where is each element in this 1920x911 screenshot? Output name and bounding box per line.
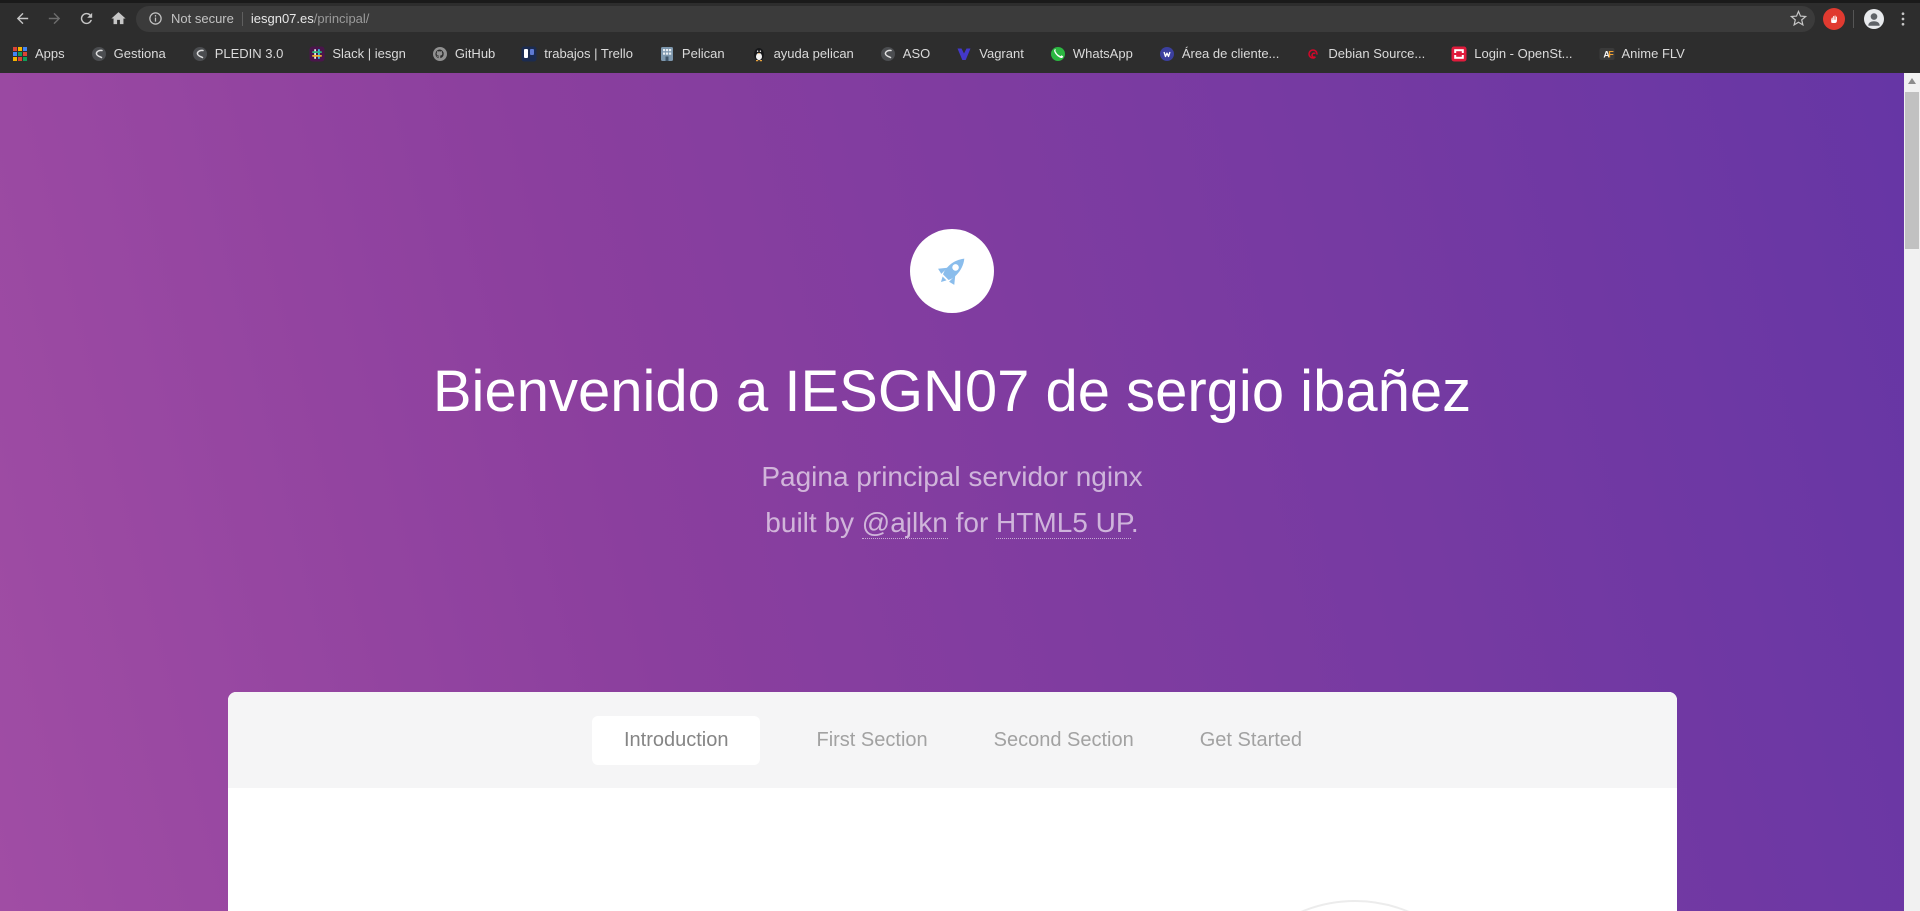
tab-first-section[interactable]: First Section (806, 716, 937, 765)
bookmark-pledin[interactable]: PLEDIN 3.0 (192, 46, 284, 62)
hero-banner: Bienvenido a IESGN07 de sergio ibañez Pa… (0, 73, 1904, 911)
bookmark-aso[interactable]: ASO (880, 46, 930, 62)
byline-prefix: built by (765, 507, 862, 538)
info-icon[interactable] (148, 11, 163, 26)
url-host: iesgn07.es (251, 11, 314, 26)
bookmark-label: Apps (35, 46, 65, 61)
menu-kebab-icon[interactable] (1894, 10, 1912, 28)
reload-button[interactable] (72, 5, 100, 33)
bookmark-label: Debian Source... (1328, 46, 1425, 61)
logo-circle (910, 229, 994, 313)
bookmark-label: trabajos | Trello (544, 46, 633, 61)
bookmarks-bar: Apps Gestiona PLEDIN 3.0 S (0, 34, 1920, 73)
tab-second-section[interactable]: Second Section (984, 716, 1144, 765)
toolbar-right-cluster (1819, 7, 1912, 31)
extension-icon[interactable] (1823, 8, 1845, 30)
bookmark-label: Área de cliente... (1182, 46, 1280, 61)
pledin-favicon (192, 46, 208, 62)
byline: built by @ajlkn for HTML5 UP. (0, 503, 1904, 543)
pelican-favicon (659, 46, 675, 62)
address-bar[interactable]: Not secure iesgn07.es/principal/ (136, 6, 1815, 32)
apps-grid-icon (12, 46, 28, 62)
byline-link-ajlkn[interactable]: @ajlkn (862, 507, 948, 539)
animeflv-favicon: A F (1599, 46, 1615, 62)
url-text[interactable]: iesgn07.es/principal/ (251, 11, 1782, 26)
whatsapp-favicon (1050, 46, 1066, 62)
bookmark-label: ASO (903, 46, 930, 61)
bookmark-label: Gestiona (114, 46, 166, 61)
home-button[interactable] (104, 5, 132, 33)
bookmark-label: ayuda pelican (774, 46, 854, 61)
rocket-icon (930, 249, 974, 293)
bookmark-whatsapp[interactable]: WhatsApp (1050, 46, 1133, 62)
penguin-favicon (751, 46, 767, 62)
bookmark-animeflv[interactable]: A F Anime FLV (1599, 46, 1685, 62)
bookmark-label: Anime FLV (1622, 46, 1685, 61)
card-body (228, 788, 1677, 911)
security-label: Not secure (171, 11, 234, 26)
home-icon (110, 10, 127, 27)
bookmark-label: WhatsApp (1073, 46, 1133, 61)
tab-get-started[interactable]: Get Started (1190, 716, 1312, 765)
bookmark-label: GitHub (455, 46, 495, 61)
bookmark-label: Slack | iesgn (332, 46, 405, 61)
bookmark-star-icon[interactable] (1790, 10, 1807, 27)
profile-avatar-icon[interactable] (1862, 7, 1886, 31)
browser-chrome: Not secure iesgn07.es/principal/ (0, 0, 1920, 73)
svg-text:F: F (1608, 49, 1614, 59)
vertical-scrollbar[interactable] (1904, 73, 1920, 911)
vagrant-favicon (956, 46, 972, 62)
page-subtitle: Pagina principal servidor nginx (0, 457, 1904, 497)
bookmark-area-cliente[interactable]: Área de cliente... (1159, 46, 1280, 62)
omnibox-divider (242, 12, 243, 26)
bookmark-vagrant[interactable]: Vagrant (956, 46, 1024, 62)
scroll-up-arrow-icon (1908, 78, 1916, 84)
page-title: Bienvenido a IESGN07 de sergio ibañez (0, 357, 1904, 427)
forward-button[interactable] (40, 5, 68, 33)
bookmark-gestiona[interactable]: Gestiona (91, 46, 166, 62)
bookmark-apps[interactable]: Apps (12, 46, 65, 62)
trello-favicon (521, 46, 537, 62)
github-favicon (432, 46, 448, 62)
scroll-up-button[interactable] (1904, 73, 1920, 89)
browser-toolbar: Not secure iesgn07.es/principal/ (0, 3, 1920, 34)
globe-favicon (880, 46, 896, 62)
page-viewport: Bienvenido a IESGN07 de sergio ibañez Pa… (0, 73, 1920, 911)
bookmark-login-openstack[interactable]: Login - OpenSt... (1451, 46, 1572, 62)
bookmark-ayuda-pelican[interactable]: ayuda pelican (751, 46, 854, 62)
scrollbar-thumb[interactable] (1905, 92, 1919, 249)
debian-favicon (1305, 46, 1321, 62)
hand-icon (1828, 13, 1840, 25)
content-card: Introduction First Section Second Sectio… (228, 692, 1677, 911)
bookmark-label: Pelican (682, 46, 725, 61)
bookmark-github[interactable]: GitHub (432, 46, 495, 62)
decorative-circle (1215, 900, 1495, 911)
bookmark-label: Vagrant (979, 46, 1024, 61)
back-arrow-icon (14, 10, 31, 27)
bookmark-trello[interactable]: trabajos | Trello (521, 46, 633, 62)
toolbar-separator (1853, 10, 1854, 28)
bookmark-debian-source[interactable]: Debian Source... (1305, 46, 1425, 62)
byline-middle: for (948, 507, 996, 538)
bookmark-label: Login - OpenSt... (1474, 46, 1572, 61)
gestiona-favicon (91, 46, 107, 62)
url-path: /principal/ (314, 11, 370, 26)
byline-suffix: . (1131, 507, 1139, 538)
bookmark-pelican[interactable]: Pelican (659, 46, 725, 62)
client-area-favicon (1159, 46, 1175, 62)
slack-favicon (309, 46, 325, 62)
bookmark-slack[interactable]: Slack | iesgn (309, 46, 405, 62)
bookmark-label: PLEDIN 3.0 (215, 46, 284, 61)
openstack-favicon (1451, 46, 1467, 62)
tab-introduction[interactable]: Introduction (592, 716, 761, 765)
forward-arrow-icon (46, 10, 63, 27)
byline-link-html5up[interactable]: HTML5 UP (996, 507, 1131, 539)
section-tabbar: Introduction First Section Second Sectio… (228, 692, 1677, 788)
reload-icon (78, 10, 95, 27)
back-button[interactable] (8, 5, 36, 33)
